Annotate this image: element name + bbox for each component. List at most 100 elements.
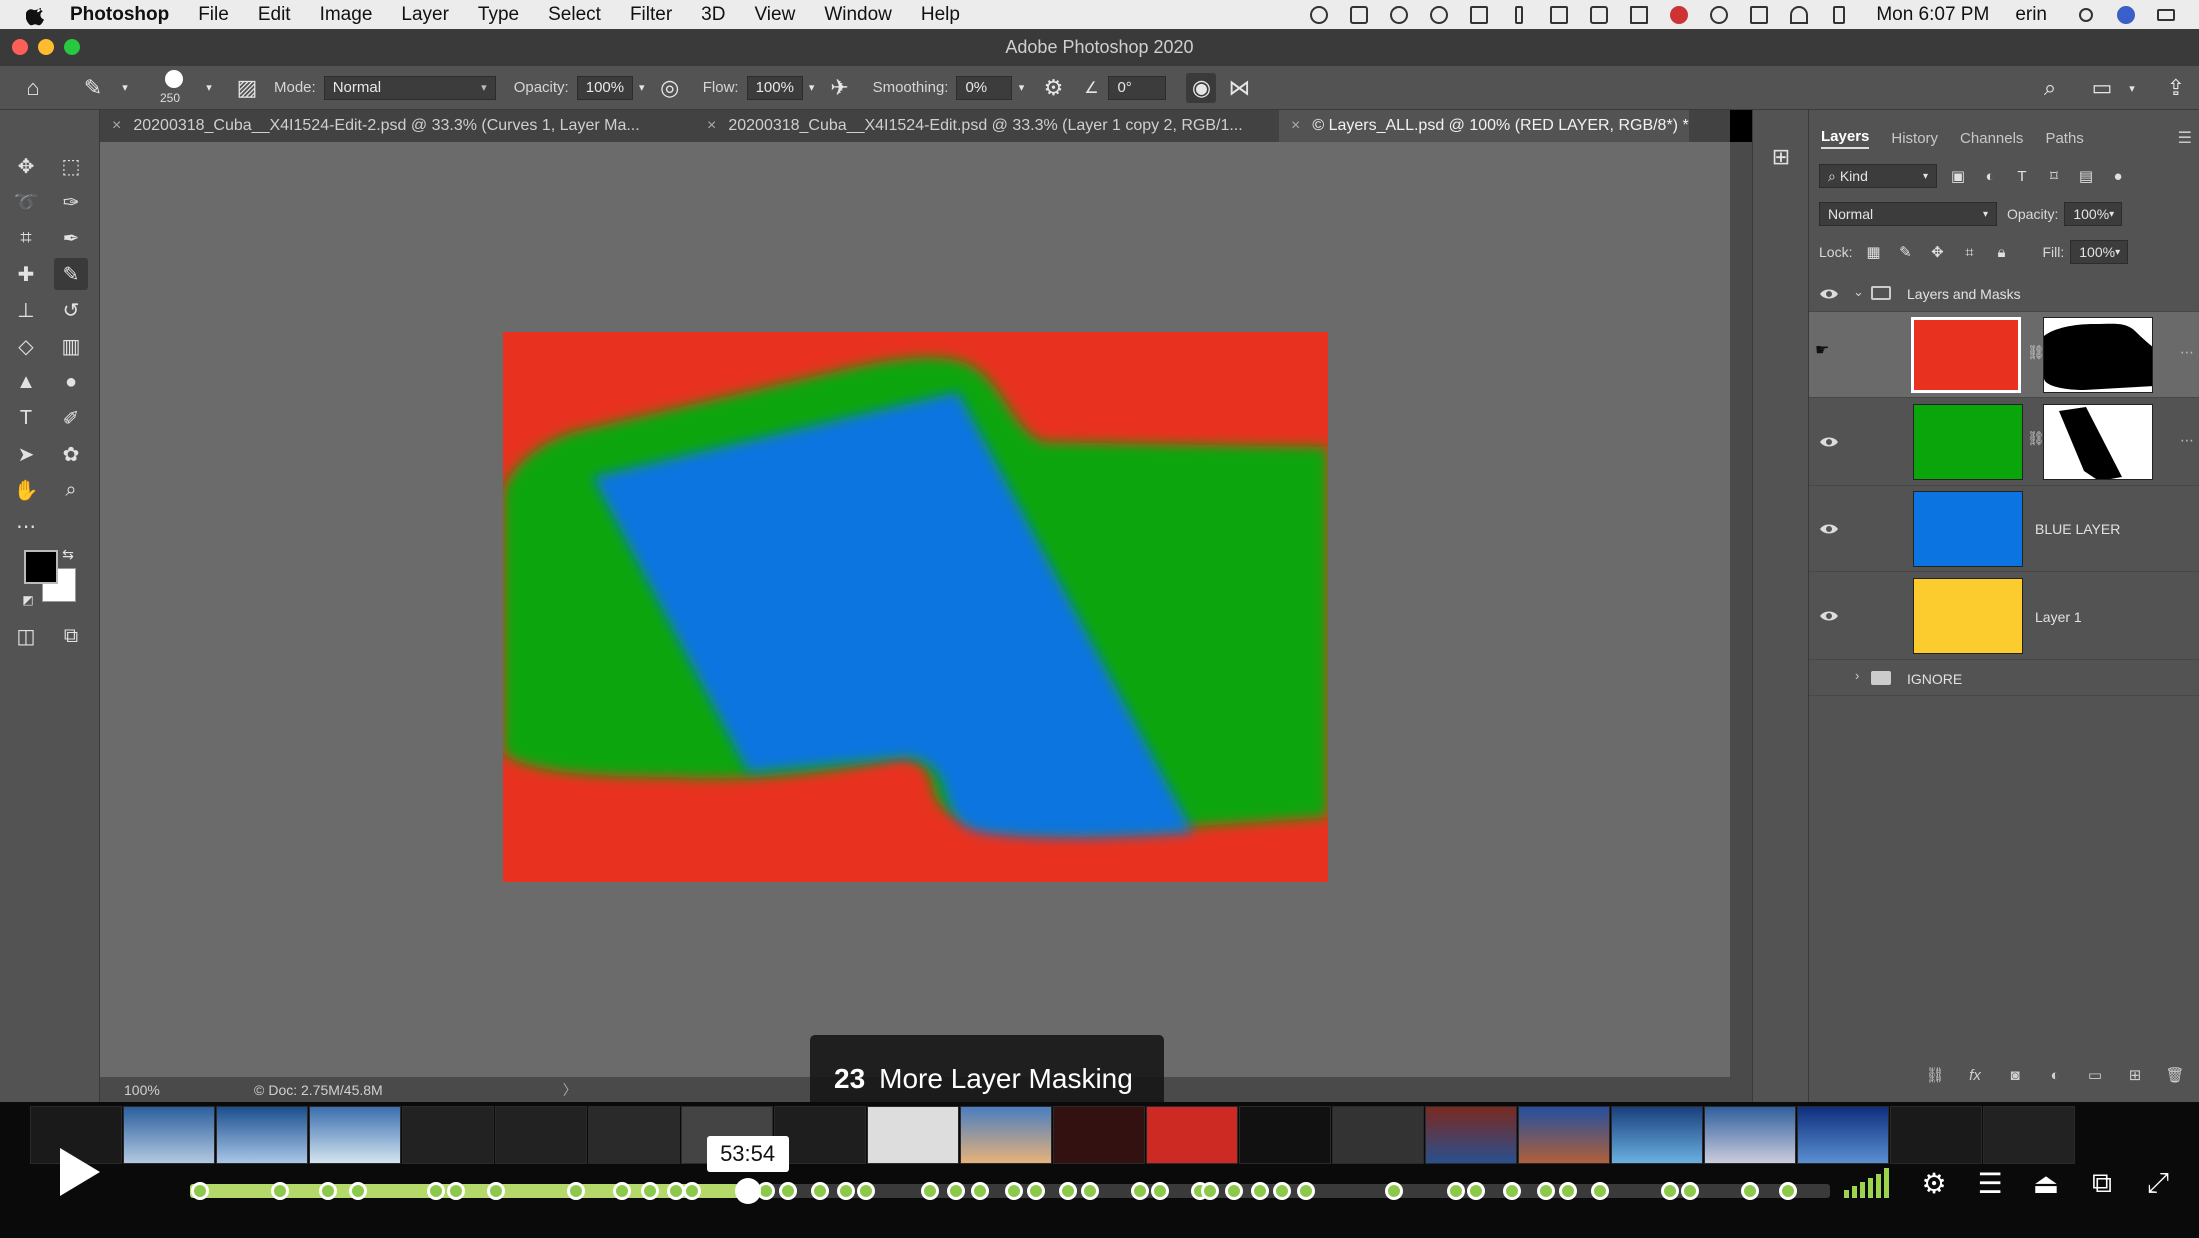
menu-image[interactable]: Image bbox=[320, 4, 373, 26]
chapter-marker[interactable] bbox=[271, 1182, 289, 1200]
chapter-marker[interactable] bbox=[1201, 1182, 1219, 1200]
chapter-marker[interactable] bbox=[1779, 1182, 1797, 1200]
record-icon[interactable] bbox=[1666, 4, 1692, 26]
chapters-list-icon[interactable]: ☰ bbox=[1969, 1164, 2011, 1202]
lock-image-pixels-icon[interactable]: ✎ bbox=[1894, 241, 1916, 263]
chevron-right-icon[interactable]: › bbox=[1855, 668, 1859, 683]
eraser-tool-icon[interactable]: ◇ bbox=[9, 330, 43, 362]
crop-tool-icon[interactable]: ⌗ bbox=[9, 222, 43, 254]
shape-tool-icon[interactable]: ✿ bbox=[54, 438, 88, 470]
filter-type-icon[interactable]: T bbox=[2011, 165, 2033, 187]
chapter-thumbnail[interactable] bbox=[1797, 1106, 1889, 1164]
mask-link-icon[interactable]: ⛓ bbox=[2027, 430, 2045, 450]
brush-settings-panel-icon[interactable]: ▨ bbox=[232, 73, 262, 103]
document-tab-layers-all[interactable]: × © Layers_ALL.psd @ 100% (RED LAYER, RG… bbox=[1279, 110, 1689, 142]
layer-row-green[interactable]: ⛓ ⋯ bbox=[1809, 398, 2199, 486]
chapter-thumbnail[interactable] bbox=[402, 1106, 494, 1164]
chapter-thumbnail[interactable] bbox=[960, 1106, 1052, 1164]
brush-preset-icon[interactable]: ✎ bbox=[78, 73, 108, 103]
lock-artboard-icon[interactable]: ⌗ bbox=[1958, 241, 1980, 263]
new-layer-icon[interactable]: ⊞ bbox=[2124, 1064, 2146, 1086]
panel-menu-icon[interactable]: ☰ bbox=[2178, 128, 2192, 148]
chapter-marker[interactable] bbox=[447, 1182, 465, 1200]
link-layers-icon[interactable]: ⛓ bbox=[1924, 1064, 1946, 1086]
chapter-marker[interactable] bbox=[1005, 1182, 1023, 1200]
zoom-window-button[interactable] bbox=[64, 39, 80, 55]
type-tool-icon[interactable]: T bbox=[9, 402, 43, 434]
siri-icon[interactable] bbox=[2113, 4, 2139, 26]
blend-mode-select[interactable]: Normal ▾ bbox=[1819, 202, 1997, 226]
password-manager-icon[interactable] bbox=[1426, 4, 1452, 26]
chapter-thumbnail[interactable] bbox=[867, 1106, 959, 1164]
add-mask-icon[interactable]: ◙ bbox=[2004, 1064, 2026, 1086]
chapter-marker[interactable] bbox=[1059, 1182, 1077, 1200]
app-badge-icon[interactable] bbox=[1586, 4, 1612, 26]
workspace-switcher-icon[interactable]: ▭ bbox=[2087, 73, 2117, 103]
layer-group-layers-and-masks[interactable]: ⌄ Layers and Masks bbox=[1809, 276, 2199, 312]
menu-filter[interactable]: Filter bbox=[630, 4, 672, 26]
speedometer-icon[interactable] bbox=[1306, 4, 1332, 26]
airplay-icon[interactable]: ⏏ bbox=[2025, 1164, 2067, 1202]
path-selection-tool-icon[interactable]: ➤ bbox=[9, 438, 43, 470]
hand-tool-icon[interactable]: ✋ bbox=[9, 474, 43, 506]
menu-window[interactable]: Window bbox=[824, 4, 892, 26]
chapter-thumbnail[interactable] bbox=[123, 1106, 215, 1164]
filter-adjustment-icon[interactable]: ◐ bbox=[1979, 165, 2001, 187]
scrubber-handle[interactable] bbox=[734, 1178, 761, 1204]
chapter-marker[interactable] bbox=[641, 1182, 659, 1200]
airplay-icon[interactable] bbox=[1746, 4, 1772, 26]
fullscreen-icon[interactable]: ⤢ bbox=[2137, 1164, 2179, 1202]
canvas-area[interactable] bbox=[100, 142, 1730, 1077]
airbrush-icon[interactable]: ✈ bbox=[825, 73, 855, 103]
chapter-marker[interactable] bbox=[1681, 1182, 1699, 1200]
screen-record-icon[interactable] bbox=[1346, 4, 1372, 26]
swap-colors-icon[interactable]: ⇆ bbox=[60, 546, 76, 562]
chapter-filmstrip[interactable] bbox=[30, 1106, 2140, 1172]
tab-paths[interactable]: Paths bbox=[2045, 130, 2083, 147]
menubar-clock[interactable]: Mon 6:07 PM bbox=[1876, 4, 1989, 26]
chapter-thumbnail[interactable] bbox=[495, 1106, 587, 1164]
dodge-tool-icon[interactable]: ● bbox=[54, 366, 88, 398]
layer-thumbnail[interactable] bbox=[1911, 317, 2021, 393]
menu-select[interactable]: Select bbox=[548, 4, 601, 26]
chapter-marker[interactable] bbox=[349, 1182, 367, 1200]
layer-thumbnail[interactable] bbox=[1913, 404, 2023, 480]
foreground-color-swatch[interactable] bbox=[24, 550, 58, 584]
filter-smart-object-icon[interactable]: ▤ bbox=[2075, 165, 2097, 187]
chevron-down-icon[interactable]: ▾ bbox=[803, 73, 821, 103]
chevron-down-icon[interactable]: ▾ bbox=[1012, 73, 1030, 103]
home-icon[interactable]: ⌂ bbox=[18, 73, 48, 103]
chapter-marker[interactable] bbox=[1661, 1182, 1679, 1200]
chapter-thumbnail[interactable] bbox=[1332, 1106, 1424, 1164]
layer-options-icon[interactable]: ⋯ bbox=[2180, 432, 2194, 449]
chapter-thumbnail[interactable] bbox=[1518, 1106, 1610, 1164]
bluetooth-icon[interactable] bbox=[1506, 4, 1532, 26]
chapter-marker[interactable] bbox=[1273, 1182, 1291, 1200]
layer-name[interactable]: Layer 1 bbox=[2035, 609, 2082, 625]
quick-mask-icon[interactable]: ◫ bbox=[9, 620, 43, 652]
chapter-thumbnail[interactable] bbox=[1611, 1106, 1703, 1164]
history-brush-tool-icon[interactable]: ↺ bbox=[54, 294, 88, 326]
dropbox-icon[interactable] bbox=[1546, 4, 1572, 26]
status-info-arrow[interactable]: 〉 bbox=[563, 1080, 577, 1100]
chapter-marker[interactable] bbox=[1081, 1182, 1099, 1200]
clone-stamp-tool-icon[interactable]: ⊥ bbox=[9, 294, 43, 326]
chapter-marker[interactable] bbox=[971, 1182, 989, 1200]
chapter-thumbnail[interactable] bbox=[1983, 1106, 2075, 1164]
visibility-eye-icon[interactable] bbox=[1819, 287, 1839, 301]
menu-view[interactable]: View bbox=[754, 4, 795, 26]
document-tab-cuba-edit[interactable]: × 20200318_Cuba__X4I1524-Edit.psd @ 33.3… bbox=[695, 110, 1279, 142]
close-tab-icon[interactable]: × bbox=[112, 117, 121, 135]
chapter-marker[interactable] bbox=[1027, 1182, 1045, 1200]
blur-tool-icon[interactable]: ▲ bbox=[9, 366, 43, 398]
apple-menu-icon[interactable] bbox=[26, 4, 48, 26]
picture-in-picture-icon[interactable]: ⧉ bbox=[2081, 1164, 2123, 1202]
chapter-marker[interactable] bbox=[921, 1182, 939, 1200]
gear-menu-icon[interactable] bbox=[1706, 4, 1732, 26]
visibility-eye-icon[interactable] bbox=[1819, 609, 1839, 623]
chapter-marker[interactable] bbox=[191, 1182, 209, 1200]
healing-brush-tool-icon[interactable]: ✚ bbox=[9, 258, 43, 290]
layer-options-icon[interactable]: ⋯ bbox=[2180, 344, 2194, 361]
chapter-marker[interactable] bbox=[567, 1182, 585, 1200]
menubar-user[interactable]: erin bbox=[2015, 4, 2047, 26]
